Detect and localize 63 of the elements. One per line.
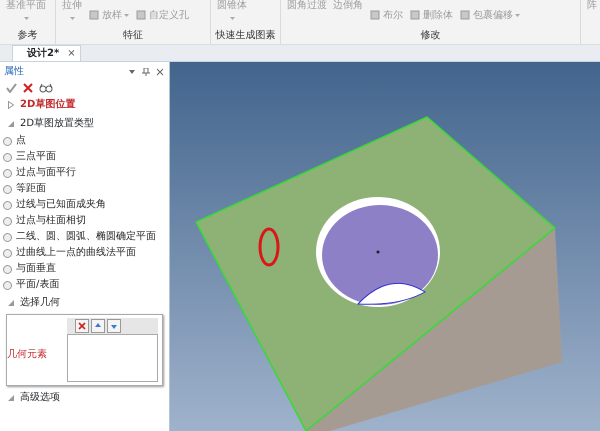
radio-button[interactable] — [3, 152, 12, 162]
radio-button[interactable] — [3, 136, 12, 146]
radio-button[interactable] — [3, 168, 12, 178]
section-header: 2D草图放置类型 — [20, 116, 94, 131]
annotation-ellipse — [258, 228, 280, 266]
panel-controls-icon[interactable] — [129, 68, 165, 76]
ribbon-button[interactable]: 拉伸 — [62, 0, 82, 20]
caret-icon — [70, 17, 74, 20]
ribbon-button[interactable]: 放样 — [88, 9, 129, 21]
caret-icon — [24, 17, 28, 20]
ribbon-button[interactable]: 边倒角 — [333, 0, 363, 11]
delete-icon[interactable] — [75, 319, 89, 333]
document-tab[interactable]: 设计2* × — [12, 45, 81, 61]
geometry-list[interactable] — [67, 334, 158, 382]
option-label: 二线、圆、圆弧、椭圆确定平面 — [16, 230, 156, 244]
group-label: 特征 — [122, 30, 144, 43]
option-label: 与面垂直 — [16, 262, 56, 276]
option-label: 过曲线上一点的曲线法平面 — [16, 246, 136, 260]
radio-button[interactable] — [3, 280, 12, 290]
tool-icon — [135, 9, 147, 21]
section-header: 选择几何 — [20, 296, 60, 310]
radio-button[interactable] — [3, 232, 12, 242]
expanded-arrow-icon[interactable] — [8, 394, 14, 400]
geometry-label: 几何元素 — [7, 348, 47, 362]
radio-button[interactable] — [3, 248, 12, 258]
radio-button[interactable] — [3, 200, 12, 210]
section-header: 2D草图位置 — [20, 98, 76, 112]
option-label: 点 — [16, 134, 26, 148]
group-label: 快速生成图素 — [214, 30, 276, 43]
section-header: 高级选项 — [20, 390, 60, 405]
ribbon-button[interactable]: 删除体 — [409, 9, 453, 21]
option-label: 过点与面平行 — [16, 166, 76, 180]
ribbon-button[interactable]: 布尔 — [369, 9, 403, 21]
radio-button[interactable] — [3, 216, 12, 226]
expanded-arrow-icon[interactable] — [8, 300, 14, 306]
tool-icon — [369, 9, 381, 21]
ribbon-button[interactable]: 圆锥体 — [217, 0, 247, 20]
tool-icon — [459, 9, 471, 21]
ribbon-button[interactable]: 自定义孔 — [135, 9, 189, 21]
ribbon-button[interactable]: 基准平面 — [6, 0, 46, 20]
option-label: 三点平面 — [16, 150, 56, 164]
group-label: 修改 — [420, 30, 442, 43]
tool-icon — [88, 9, 100, 21]
ribbon-button[interactable]: 包裹偏移 — [459, 9, 520, 21]
group-label: 参考 — [16, 30, 38, 43]
caret-icon — [230, 17, 234, 20]
ribbon-button[interactable]: 阵 — [587, 0, 597, 11]
expanded-arrow-icon[interactable] — [8, 120, 14, 126]
close-icon[interactable] — [23, 83, 33, 93]
panel-title: 属性 — [4, 64, 24, 79]
tab-title: 设计2* — [27, 46, 60, 61]
tool-icon — [409, 9, 421, 21]
option-label: 平面/表面 — [16, 278, 60, 292]
radio-button[interactable] — [3, 184, 12, 194]
close-button[interactable]: × — [67, 48, 76, 59]
option-label: 过点与柱面相切 — [16, 214, 86, 228]
collapsed-arrow-icon[interactable] — [8, 100, 14, 108]
glasses-icon[interactable] — [39, 83, 53, 93]
radio-button[interactable] — [3, 264, 12, 274]
3d-viewport[interactable] — [170, 62, 600, 431]
option-label: 等距面 — [16, 182, 46, 196]
option-label: 过线与已知面成夹角 — [16, 198, 106, 212]
confirm-icon[interactable] — [6, 83, 17, 93]
